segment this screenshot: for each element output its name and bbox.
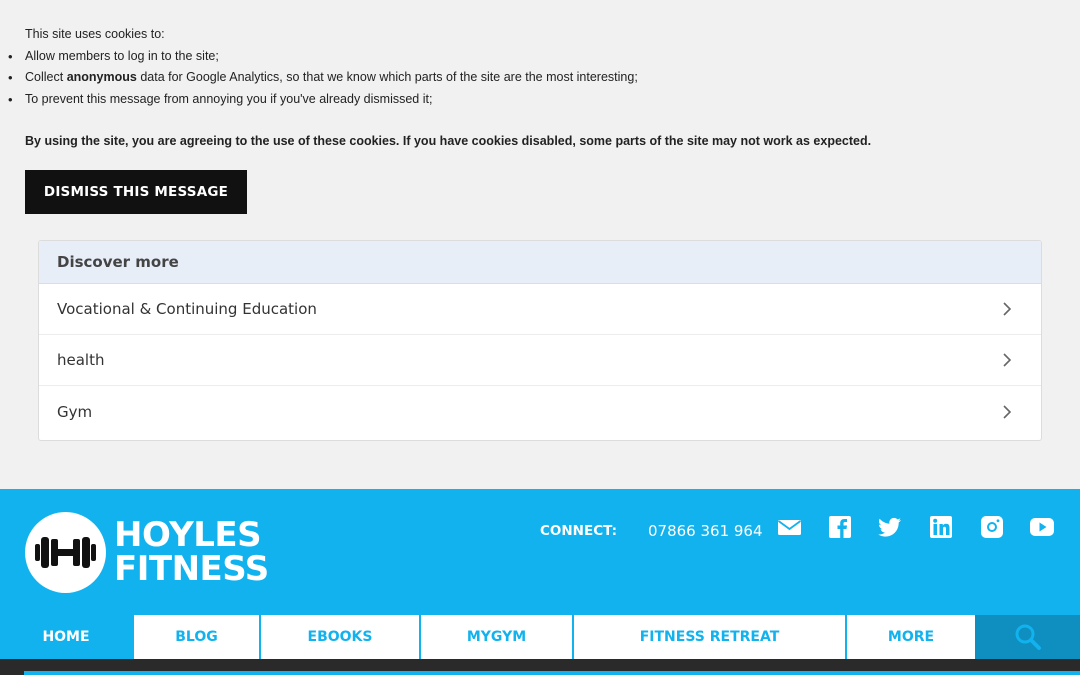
dismiss-message-button[interactable]: DISMISS THIS MESSAGE [25, 170, 247, 214]
cookie-list: Allow members to log in to the site; Col… [8, 46, 1065, 111]
discover-item-vocational[interactable]: Vocational & Continuing Education [39, 284, 1041, 335]
brand-name[interactable]: HOYLES FITNESS [114, 518, 269, 586]
dumbbell-icon [35, 537, 96, 568]
search-button[interactable] [975, 615, 1080, 659]
cookie-bullet-analytics-bold: anonymous [66, 70, 137, 84]
instagram-icon[interactable] [980, 515, 1006, 539]
discover-more-title: Discover more [39, 241, 1041, 284]
linkedin-icon[interactable] [929, 515, 955, 539]
cookie-bullet-analytics: Collect anonymous data for Google Analyt… [8, 67, 1065, 89]
cookie-agreement-text: By using the site, you are agreeing to t… [25, 134, 872, 148]
nav-blog[interactable]: BLOG [132, 615, 259, 659]
hero-banner-strip [24, 671, 1080, 675]
facebook-icon[interactable] [828, 515, 854, 539]
nav-home[interactable]: HOME [0, 615, 132, 659]
twitter-icon[interactable] [877, 515, 903, 539]
chevron-right-icon [1003, 302, 1012, 316]
site-header-band: HOYLES FITNESS CONNECT: 07866 361 964 HO… [0, 489, 1080, 675]
nav-fitness-retreat[interactable]: FITNESS RETREAT [572, 615, 845, 659]
discover-item-label: health [57, 351, 105, 369]
cookie-bullet-login: Allow members to log in to the site; [8, 46, 1065, 68]
cookie-notice: This site uses cookies to: Allow members… [8, 24, 1065, 153]
youtube-icon[interactable] [1029, 515, 1055, 539]
discover-item-gym[interactable]: Gym [39, 386, 1041, 437]
nav-more[interactable]: MORE [845, 615, 975, 659]
discover-item-label: Vocational & Continuing Education [57, 300, 317, 318]
nav-ebooks[interactable]: EBOOKS [259, 615, 419, 659]
cookie-bullet-analytics-pre: Collect [25, 70, 67, 84]
mail-icon[interactable] [777, 515, 803, 539]
brand-line-1: HOYLES [114, 515, 262, 555]
discover-item-health[interactable]: health [39, 335, 1041, 386]
chevron-right-icon [1003, 404, 1012, 419]
cookie-bullet-analytics-post: data for Google Analytics, so that we kn… [136, 70, 638, 84]
discover-item-label: Gym [57, 402, 93, 421]
chevron-right-icon [1003, 353, 1012, 367]
logo[interactable] [25, 512, 106, 593]
cookie-bullet-dismissed: To prevent this message from annoying yo… [8, 89, 1065, 111]
connect-label: CONNECT: [540, 523, 617, 539]
nav-mygym[interactable]: MYGYM [419, 615, 572, 659]
phone-number[interactable]: 07866 361 964 [648, 522, 763, 540]
cookie-intro: This site uses cookies to: [25, 27, 165, 41]
brand-line-2: FITNESS [114, 549, 269, 589]
hero-banner-edge [0, 659, 1080, 675]
main-nav: HOME BLOG EBOOKS MYGYM FITNESS RETREAT M… [0, 615, 1080, 659]
search-icon [1015, 624, 1041, 650]
discover-more-panel: Discover more Vocational & Continuing Ed… [38, 240, 1042, 441]
